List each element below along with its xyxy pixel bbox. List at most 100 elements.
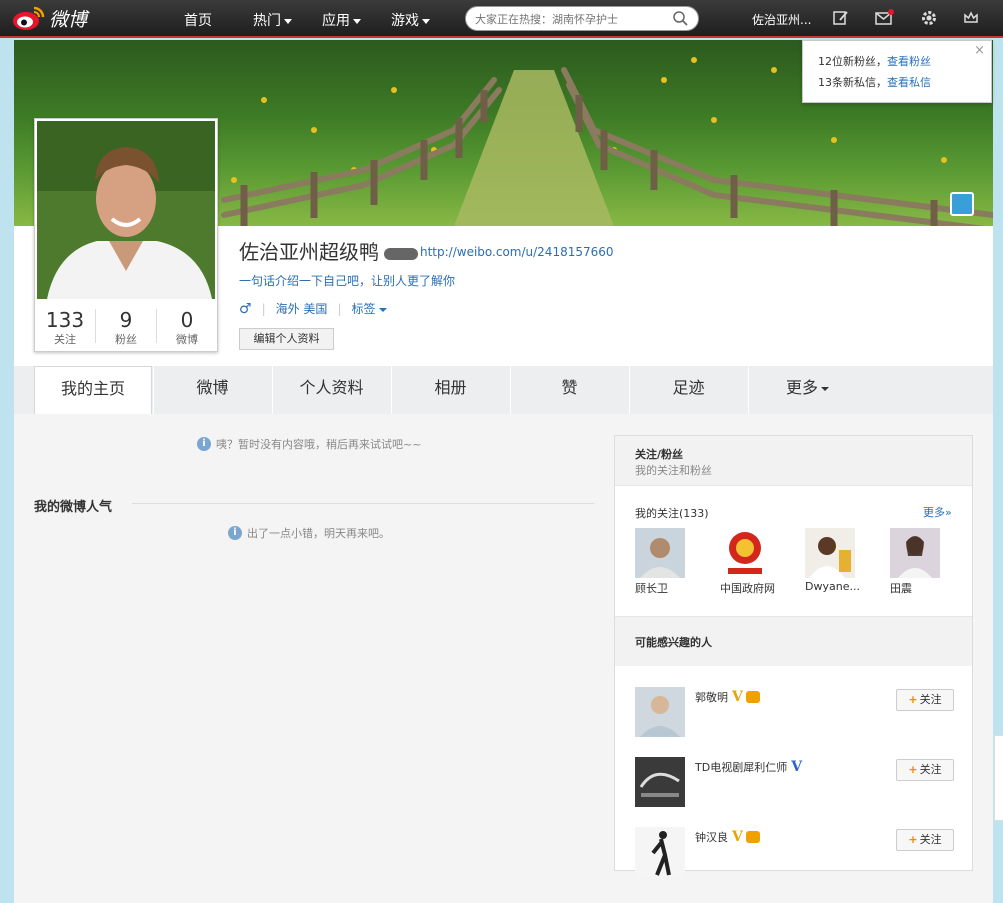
verified-v-icon: V [732, 689, 743, 705]
fans-count: 9 [119, 308, 133, 332]
recommend-name[interactable]: 郭敬明 [695, 689, 728, 705]
recommend-name-row: 钟汉良 V [695, 829, 760, 845]
profile-tabs: 我的主页 微博 个人资料 相册 赞 足迹 更多 [14, 366, 993, 414]
interest-title: 可能感兴趣的人 [635, 636, 712, 649]
stat-following[interactable]: 133 关注 [35, 308, 96, 346]
search-box [465, 6, 699, 31]
recommend-avatar[interactable] [635, 687, 685, 737]
recommend-avatar[interactable] [635, 757, 685, 807]
new-fans-text: 12位新粉丝， [818, 55, 887, 68]
follow-avatar [635, 528, 685, 578]
new-messages-row: 13条新私信，查看私信 [818, 74, 931, 90]
crown-icon[interactable] [962, 9, 980, 27]
tab-weibo[interactable]: 微博 [153, 366, 271, 414]
follow-fans-title: 关注/粉丝 [635, 448, 684, 461]
compose-icon[interactable] [832, 9, 850, 27]
nav-home[interactable]: 首页 [184, 10, 212, 30]
view-messages-link[interactable]: 查看私信 [887, 76, 931, 89]
mail-icon[interactable] [875, 9, 894, 27]
search-icon[interactable] [673, 11, 688, 26]
recommend-name[interactable]: 钟汉良 [695, 829, 728, 845]
user-name-link[interactable]: 佐治亚州... [752, 11, 811, 28]
nav-games[interactable]: 游戏 [391, 10, 430, 30]
search-input[interactable] [475, 11, 665, 27]
edit-profile-button[interactable]: 编辑个人资料 [239, 328, 334, 350]
tab-likes[interactable]: 赞 [510, 366, 628, 414]
follow-button[interactable]: + 关注 [896, 689, 954, 711]
stat-fans[interactable]: 9 粉丝 [96, 308, 157, 346]
info-icon: i [197, 437, 211, 451]
verified-v-icon: V [732, 829, 743, 845]
posts-count: 0 [180, 308, 194, 332]
caret-down-icon [353, 18, 361, 24]
settings-gear-icon[interactable] [920, 9, 938, 27]
top-navbar: 微博 首页 热门 应用 游戏 佐治亚州... [0, 0, 1003, 38]
notification-popup: × 12位新粉丝，查看粉丝 13条新私信，查看私信 [802, 40, 992, 103]
tags-dropdown[interactable]: 标签 [351, 300, 387, 317]
follow-name: Dwyane... [805, 580, 860, 593]
follow-avatar [720, 528, 770, 578]
follow-avatar [805, 528, 855, 578]
tab-my-home[interactable]: 我的主页 [34, 366, 152, 414]
empty-notice-text: 咦？暂时没有内容哦，稍后再来试试吧~~ [216, 438, 422, 451]
recommend-item: TD电视剧犀利仁师 V + 关注 [635, 757, 955, 809]
caret-down-icon [284, 18, 292, 24]
follow-name: 中国政府网 [720, 582, 775, 595]
profile-meta: ♂ | 海外 美国 | 标签 [239, 300, 387, 317]
gender-male-icon: ♂ [239, 300, 252, 317]
popularity-title: 我的微博人气 [34, 500, 113, 515]
recommend-name[interactable]: TD电视剧犀利仁师 [695, 759, 787, 775]
my-follows-title[interactable]: 我的关注(133) [635, 505, 709, 521]
stat-posts[interactable]: 0 微博 [157, 308, 217, 346]
follow-item[interactable]: 顾长卫 [635, 528, 705, 596]
recommend-item: 钟汉良 V + 关注 [635, 827, 955, 879]
weibo-logo[interactable]: 微博 [12, 4, 87, 32]
avatar-card: 133 关注 9 粉丝 0 微博 [34, 118, 218, 352]
feedback-side-tab[interactable] [994, 735, 1003, 821]
follow-item[interactable]: Dwyane... [805, 528, 875, 593]
interest-header: 可能感兴趣的人 [615, 616, 972, 666]
tab-album[interactable]: 相册 [391, 366, 509, 414]
close-icon[interactable]: × [974, 43, 985, 58]
avatar[interactable] [37, 121, 215, 299]
profile-stats: 133 关注 9 粉丝 0 微博 [35, 301, 217, 351]
error-notice-text: 出了一点小错，明天再来吧。 [247, 527, 390, 540]
recommend-name-row: TD电视剧犀利仁师 V [695, 759, 802, 775]
follow-name: 顾长卫 [635, 582, 668, 595]
tab-more[interactable]: 更多 [748, 366, 866, 414]
cover-template-icon[interactable] [950, 192, 974, 216]
tab-profile-info[interactable]: 个人资料 [272, 366, 390, 414]
location-link[interactable]: 海外 美国 [276, 300, 328, 317]
follow-fans-header: 关注/粉丝 我的关注和粉丝 [615, 436, 972, 486]
vip-icon [745, 691, 760, 703]
caret-down-icon [821, 386, 829, 391]
profile-url-link[interactable]: http://weibo.com/u/2418157660 [420, 245, 614, 259]
follow-item[interactable]: 中国政府网 [720, 528, 790, 596]
follow-item[interactable]: 田震 [890, 528, 960, 596]
nav-apps[interactable]: 应用 [322, 10, 361, 30]
verified-v-icon: V [791, 759, 803, 775]
caret-down-icon [422, 18, 430, 24]
vip-icon [745, 831, 760, 843]
sidebar-panel: 关注/粉丝 我的关注和粉丝 我的关注(133) 更多» 顾长卫 中国政府网 Dw… [614, 435, 973, 877]
following-count: 133 [45, 308, 85, 332]
follow-avatar [890, 528, 940, 578]
divider [132, 503, 594, 504]
level-badge-icon[interactable] [384, 248, 418, 260]
new-messages-text: 13条新私信， [818, 76, 887, 89]
profile-name: 佐治亚州超级鸭 [239, 240, 379, 264]
intro-link[interactable]: 一句话介绍一下自己吧，让别人更了解你 [239, 272, 455, 289]
empty-notice: i 咦？暂时没有内容哦，稍后再来试试吧~~ [197, 436, 421, 452]
logo-text: 微博 [49, 8, 88, 31]
recommend-avatar[interactable] [635, 827, 685, 877]
follow-button[interactable]: + 关注 [896, 759, 954, 781]
fans-label: 粉丝 [115, 333, 137, 346]
follow-button[interactable]: + 关注 [896, 829, 954, 851]
posts-label: 微博 [176, 333, 198, 346]
more-follows-link[interactable]: 更多» [923, 504, 952, 520]
caret-down-icon [378, 307, 387, 312]
view-fans-link[interactable]: 查看粉丝 [887, 55, 931, 68]
tab-footprints[interactable]: 足迹 [629, 366, 747, 414]
nav-hot[interactable]: 热门 [253, 10, 292, 30]
weibo-eye-icon [12, 4, 46, 32]
